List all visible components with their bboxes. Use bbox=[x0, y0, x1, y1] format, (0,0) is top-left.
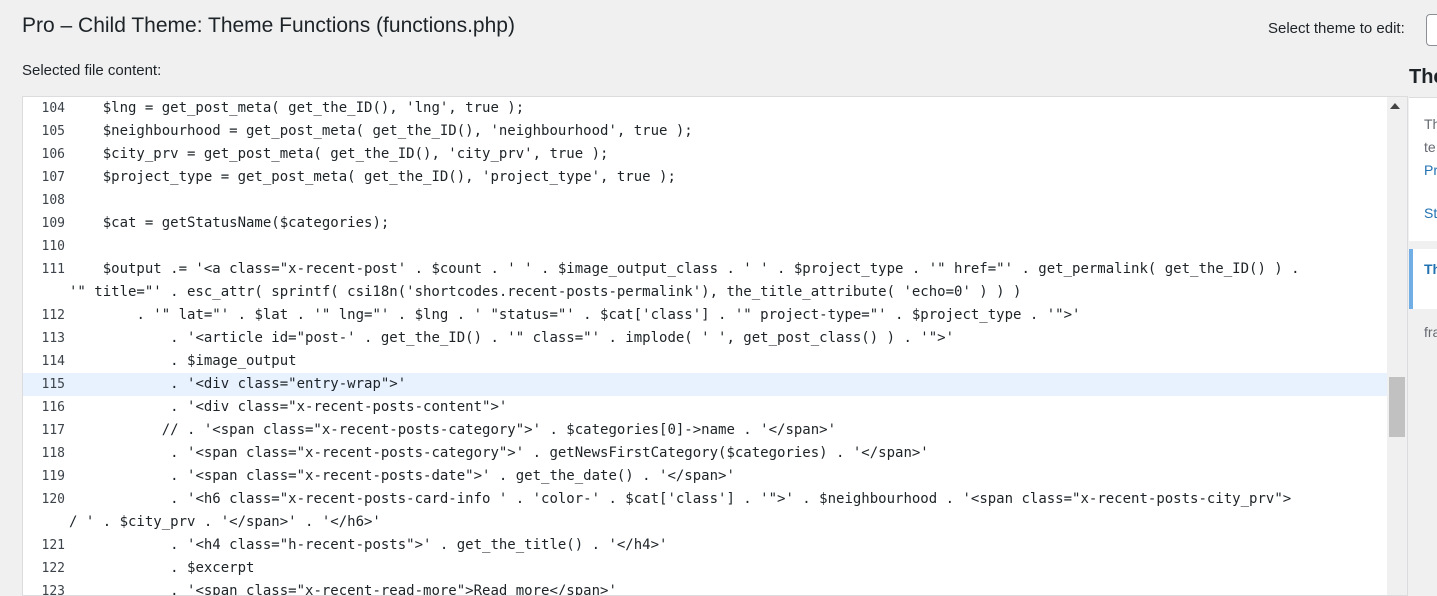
select-theme-dropdown[interactable] bbox=[1426, 14, 1437, 46]
line-number: 119 bbox=[41, 469, 65, 484]
line-number: 115 bbox=[41, 377, 65, 392]
line-number: 121 bbox=[41, 538, 65, 553]
code-text[interactable]: . $excerpt bbox=[65, 557, 1387, 580]
code-line[interactable]: 116 . '<div class="x-recent-posts-conten… bbox=[23, 396, 1387, 419]
file-list-panel: The Th te Pr St Th fra bbox=[1409, 64, 1437, 587]
theme-info-line: Th bbox=[1424, 116, 1437, 132]
code-text[interactable]: $project_type = get_post_meta( get_the_I… bbox=[65, 166, 1387, 189]
code-line[interactable]: 121 . '<h4 class="h-recent-posts">' . ge… bbox=[23, 534, 1387, 557]
code-line[interactable]: 109 $cat = getStatusName($categories); bbox=[23, 212, 1387, 235]
code-line[interactable]: 104 $lng = get_post_meta( get_the_ID(), … bbox=[23, 97, 1387, 120]
scroll-up-arrow-icon[interactable] bbox=[1390, 103, 1400, 109]
code-line[interactable]: 119 . '<span class="x-recent-posts-date"… bbox=[23, 465, 1387, 488]
code-text[interactable]: . '<h6 class="x-recent-posts-card-info '… bbox=[65, 488, 1387, 534]
code-text[interactable]: . '" lat="' . $lat . '" lng="' . $lng . … bbox=[65, 304, 1387, 327]
line-number: 107 bbox=[41, 170, 65, 185]
code-line[interactable]: 112 . '" lat="' . $lat . '" lng="' . $ln… bbox=[23, 304, 1387, 327]
line-number: 123 bbox=[41, 584, 65, 596]
line-number: 120 bbox=[41, 492, 65, 507]
code-text[interactable]: . '<div class="x-recent-posts-content">' bbox=[65, 396, 1387, 419]
code-text[interactable]: . '<div class="entry-wrap">' bbox=[65, 373, 1387, 396]
code-text[interactable]: $lng = get_post_meta( get_the_ID(), 'lng… bbox=[65, 97, 1387, 120]
code-line[interactable]: 107 $project_type = get_post_meta( get_t… bbox=[23, 166, 1387, 189]
file-list-item-active[interactable]: Th bbox=[1409, 249, 1437, 309]
line-number: 109 bbox=[41, 216, 65, 231]
code-text[interactable]: . '<span class="x-recent-read-more">Read… bbox=[65, 580, 1387, 595]
line-number: 112 bbox=[41, 308, 65, 323]
code-text[interactable]: $neighbourhood = get_post_meta( get_the_… bbox=[65, 120, 1387, 143]
code-line[interactable]: 122 . $excerpt bbox=[23, 557, 1387, 580]
line-number: 113 bbox=[41, 331, 65, 346]
line-number: 111 bbox=[41, 262, 65, 277]
code-line[interactable]: 111 $output .= '<a class="x-recent-post'… bbox=[23, 258, 1387, 304]
code-text[interactable]: . '<span class="x-recent-posts-date">' .… bbox=[65, 465, 1387, 488]
code-line[interactable]: 106 $city_prv = get_post_meta( get_the_I… bbox=[23, 143, 1387, 166]
code-text[interactable]: . $image_output bbox=[65, 350, 1387, 373]
code-text[interactable]: . '<span class="x-recent-posts-category"… bbox=[65, 442, 1387, 465]
line-number: 106 bbox=[41, 147, 65, 162]
code-line[interactable]: 110 bbox=[23, 235, 1387, 258]
code-line[interactable]: 123 . '<span class="x-recent-read-more">… bbox=[23, 580, 1387, 596]
code-line[interactable]: 120 . '<h6 class="x-recent-posts-card-in… bbox=[23, 488, 1387, 534]
theme-info-link[interactable]: Pr bbox=[1424, 162, 1437, 178]
select-theme-label: Select theme to edit: bbox=[1268, 20, 1405, 37]
code-text[interactable]: $output .= '<a class="x-recent-post' . $… bbox=[65, 258, 1387, 304]
line-number: 114 bbox=[41, 354, 65, 369]
line-number: 116 bbox=[41, 400, 65, 415]
code-text[interactable]: $city_prv = get_post_meta( get_the_ID(),… bbox=[65, 143, 1387, 166]
line-number: 105 bbox=[41, 124, 65, 139]
line-number: 110 bbox=[41, 239, 65, 254]
line-number: 117 bbox=[41, 423, 65, 438]
line-number: 104 bbox=[41, 101, 65, 116]
code-editor[interactable]: 104 $lng = get_post_meta( get_the_ID(), … bbox=[22, 96, 1408, 596]
code-line[interactable]: 115 . '<div class="entry-wrap">' bbox=[23, 373, 1387, 396]
code-text[interactable]: // . '<span class="x-recent-posts-catego… bbox=[65, 419, 1387, 442]
line-number: 118 bbox=[41, 446, 65, 461]
code-text[interactable]: $cat = getStatusName($categories); bbox=[65, 212, 1387, 235]
line-number: 108 bbox=[41, 193, 65, 208]
editor-scrollbar[interactable] bbox=[1387, 97, 1407, 595]
code-line[interactable]: 118 . '<span class="x-recent-posts-categ… bbox=[23, 442, 1387, 465]
code-line[interactable]: 117 // . '<span class="x-recent-posts-ca… bbox=[23, 419, 1387, 442]
stylesheet-link[interactable]: St bbox=[1424, 205, 1437, 221]
code-line[interactable]: 105 $neighbourhood = get_post_meta( get_… bbox=[23, 120, 1387, 143]
code-lines[interactable]: 104 $lng = get_post_meta( get_the_ID(), … bbox=[23, 97, 1387, 596]
code-text[interactable]: . '<article id="post-' . get_the_ID() . … bbox=[65, 327, 1387, 350]
page-title: Pro – Child Theme: Theme Functions (func… bbox=[22, 14, 515, 37]
code-line[interactable]: 113 . '<article id="post-' . get_the_ID(… bbox=[23, 327, 1387, 350]
file-list-item-label[interactable]: fra bbox=[1424, 324, 1437, 340]
line-number: 122 bbox=[41, 561, 65, 576]
code-line[interactable]: 108 bbox=[23, 189, 1387, 212]
theme-info-line: te bbox=[1424, 139, 1436, 155]
scrollbar-thumb[interactable] bbox=[1389, 377, 1405, 437]
selected-file-label: Selected file content: bbox=[22, 62, 162, 79]
theme-info-box: Th te Pr St bbox=[1409, 97, 1437, 241]
theme-files-heading: The bbox=[1409, 66, 1437, 88]
file-list-item-label: Th bbox=[1424, 261, 1437, 277]
code-line[interactable]: 114 . $image_output bbox=[23, 350, 1387, 373]
code-text[interactable]: . '<h4 class="h-recent-posts">' . get_th… bbox=[65, 534, 1387, 557]
